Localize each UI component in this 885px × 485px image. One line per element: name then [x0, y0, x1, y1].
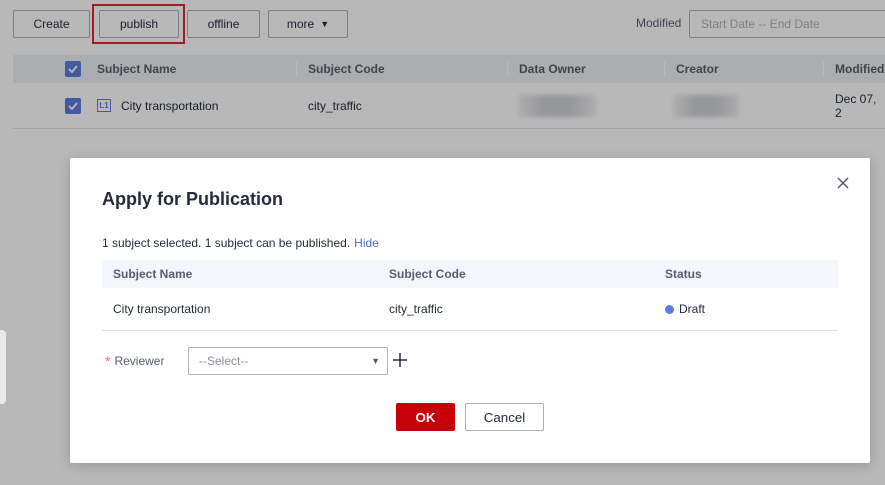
close-icon[interactable]	[835, 175, 851, 191]
caret-down-icon: ▼	[371, 356, 380, 366]
dialog-row-status-text: Draft	[679, 302, 706, 316]
ok-button[interactable]: OK	[396, 403, 455, 431]
publication-table: Subject Name Subject Code Status City tr…	[102, 260, 838, 331]
table-row: City transportation city_traffic Draft	[102, 288, 838, 331]
dialog-row-status: Draft	[665, 288, 705, 330]
dialog-col-subject-code: Subject Code	[389, 267, 466, 281]
required-asterisk-icon: *	[105, 353, 111, 369]
reviewer-select[interactable]: --Select-- ▼	[188, 347, 388, 375]
draft-status-dot-icon	[665, 304, 674, 314]
cancel-button[interactable]: Cancel	[465, 403, 544, 431]
side-panel-tab[interactable]	[0, 330, 6, 404]
reviewer-label: * Reviewer	[105, 353, 164, 369]
reviewer-label-text: Reviewer	[114, 354, 165, 368]
reviewer-select-placeholder: --Select--	[199, 354, 249, 368]
dialog-row-subject-name: City transportation	[113, 302, 211, 316]
dialog-row-subject-code: city_traffic	[389, 302, 443, 316]
selection-summary-text: 1 subject selected. 1 subject can be pub…	[102, 236, 351, 250]
hide-link[interactable]: Hide	[354, 236, 379, 250]
selection-summary: 1 subject selected. 1 subject can be pub…	[102, 236, 379, 250]
apply-publication-dialog: Apply for Publication 1 subject selected…	[70, 158, 870, 463]
dialog-col-status: Status	[665, 267, 702, 281]
dialog-col-subject-name: Subject Name	[113, 267, 193, 281]
add-reviewer-icon[interactable]	[392, 352, 408, 368]
dialog-title: Apply for Publication	[102, 189, 284, 209]
publication-table-header: Subject Name Subject Code Status	[102, 260, 838, 288]
